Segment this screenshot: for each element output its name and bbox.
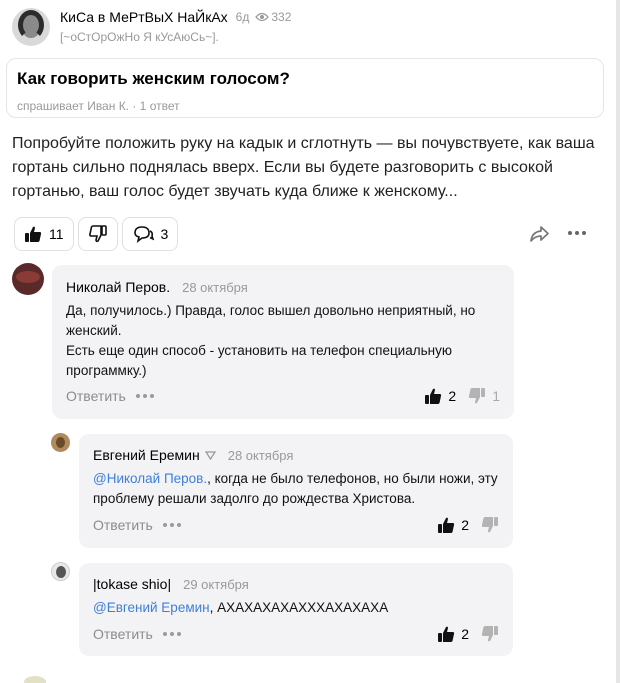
answer-text: Попробуйте положить руку на кадык и сгло… <box>12 135 595 200</box>
comment-author[interactable]: Евгений Еремин <box>93 447 200 463</box>
comment-count: 3 <box>160 226 169 242</box>
comment-dislike-count: 1 <box>492 388 500 404</box>
expert-badge-icon <box>204 451 216 460</box>
more-options-icon[interactable] <box>568 231 589 235</box>
commenter-avatar[interactable] <box>12 263 44 295</box>
commenter-avatar[interactable] <box>51 433 70 452</box>
comment-text: @Николай Перов., когда не было телефонов… <box>93 469 501 509</box>
comment-more-icon[interactable] <box>135 394 157 398</box>
comment-bubble: Евгений Еремин 28 октября @Николай Перов… <box>79 434 513 548</box>
comments-button[interactable]: 3 <box>121 217 179 251</box>
views-count: 332 <box>271 10 292 24</box>
comment-date: 28 октября <box>227 447 294 463</box>
comment-more-icon[interactable] <box>162 632 184 636</box>
comment-date: 28 октября <box>182 279 248 295</box>
thumbs-down-icon[interactable] <box>468 387 486 405</box>
comment-author[interactable]: Николай Перов. <box>66 279 170 295</box>
thumbs-up-icon[interactable] <box>437 516 455 534</box>
comment-text: Да, получилось.) Правда, голос вышел дов… <box>66 303 476 378</box>
author-header: КиСа в МеРтВыХ НаЙкАх 6д 332 [~оСтОрОжНо… <box>12 8 291 46</box>
reply-button[interactable]: Ответить <box>66 388 126 404</box>
thumbs-up-icon[interactable] <box>437 625 455 643</box>
comment-like-count: 2 <box>461 517 469 533</box>
question-card[interactable]: Как говорить женским голосом? спрашивает… <box>6 58 604 118</box>
reply-button[interactable]: Ответить <box>93 517 153 533</box>
reply-button[interactable]: Ответить <box>93 626 153 642</box>
author-status: [~оСтОрОжНо Я кУсАюСь~]. <box>60 30 219 44</box>
mention-link[interactable]: @Евгений Еремин <box>93 600 210 615</box>
thumbs-down-icon[interactable] <box>481 516 499 534</box>
next-item-avatar <box>24 676 46 683</box>
scrollbar-track[interactable] <box>616 0 620 683</box>
comment-more-icon[interactable] <box>162 523 184 527</box>
author-avatar[interactable] <box>12 8 50 46</box>
comment-bubble: |tokase shio| 29 октября @Евгений Еремин… <box>79 563 513 656</box>
comment-date: 29 октября <box>183 576 249 592</box>
comment-icon <box>133 226 154 243</box>
author-name[interactable]: КиСа в МеРтВыХ НаЙкАх <box>60 9 228 25</box>
mention-link[interactable]: @Николай Перов. <box>93 471 207 486</box>
commenter-avatar[interactable] <box>51 562 70 581</box>
like-count: 11 <box>49 226 64 242</box>
comment-like-count: 2 <box>461 626 469 642</box>
eye-icon <box>255 12 270 22</box>
comment-bubble: Николай Перов. 28 октября Да, получилось… <box>52 265 514 419</box>
comment-body: , АХАХАХАХАХХХАХАХАХА <box>209 600 389 615</box>
views-counter: 332 <box>255 10 291 24</box>
comment-author[interactable]: |tokase shio| <box>93 576 171 592</box>
reactions-bar: 11 3 <box>14 217 182 251</box>
like-button[interactable]: 11 <box>14 217 74 251</box>
share-icon[interactable] <box>528 224 550 244</box>
thumbs-up-icon[interactable] <box>424 387 442 405</box>
question-meta: спрашивает Иван К. · 1 ответ <box>17 99 180 113</box>
question-title[interactable]: Как говорить женским голосом? <box>17 69 593 89</box>
comment-text: @Евгений Еремин, АХАХАХАХАХХХАХАХАХА <box>93 598 501 618</box>
dislike-button[interactable] <box>77 217 118 251</box>
thumbs-down-icon[interactable] <box>481 625 499 643</box>
thumbs-up-icon <box>25 226 42 242</box>
thumbs-down-icon <box>88 225 107 243</box>
post-time: 6д <box>235 10 250 24</box>
comment-like-count: 2 <box>448 388 457 404</box>
